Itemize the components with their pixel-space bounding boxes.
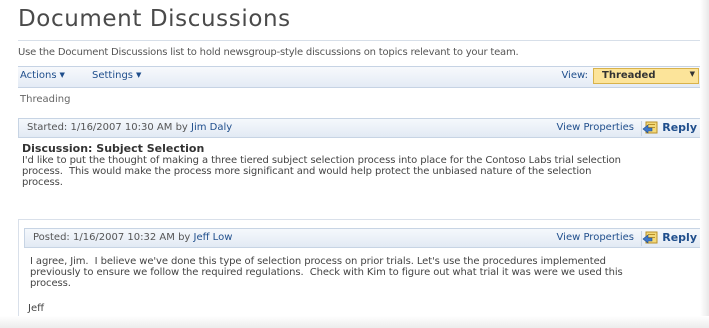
reply-icon [642, 231, 658, 244]
reply-icon [642, 121, 658, 134]
actions-menu-label: Actions [20, 70, 57, 81]
post-meta: Posted: 1/16/2007 10:32 AM by Jeff Low [33, 232, 232, 243]
reply-label: Reply [662, 121, 697, 134]
post-header: Started: 1/16/2007 10:30 AM by Jim Daly … [18, 118, 701, 138]
post-meta-text: Posted: 1/16/2007 10:32 AM by [33, 232, 194, 243]
reply-button[interactable]: Reply [642, 230, 697, 246]
view-selector[interactable]: Threaded ▼ [593, 68, 699, 84]
post-body: I'd like to put the thought of making a … [22, 155, 621, 188]
title-divider [18, 40, 700, 41]
settings-menu-label: Settings [92, 70, 134, 81]
chevron-down-icon: ▼ [689, 70, 695, 78]
settings-menu[interactable]: Settings ▼ [92, 70, 141, 81]
post-body: I agree, Jim. I believe we've done this … [30, 256, 623, 289]
post-meta-text: Started: 1/16/2007 10:30 AM by [27, 122, 192, 133]
discussion-subject: Discussion: Subject Selection [22, 142, 205, 155]
post-author-link[interactable]: Jeff Low [194, 232, 233, 243]
document-discussions-page: Document Discussions Use the Document Di… [0, 0, 709, 328]
view-properties-link[interactable]: View Properties [557, 122, 634, 133]
post-signature: Jeff [28, 303, 44, 314]
post-header: Posted: 1/16/2007 10:32 AM by Jeff Low V… [24, 228, 701, 248]
view-label: View: [561, 70, 588, 81]
post-author-link[interactable]: Jim Daly [191, 122, 232, 133]
chevron-down-icon: ▼ [136, 71, 142, 79]
page-shadow-bottom [0, 316, 709, 328]
view-properties-link[interactable]: View Properties [557, 232, 634, 243]
page-description: Use the Document Discussions list to hol… [18, 47, 519, 58]
actions-menu[interactable]: Actions ▼ [20, 70, 65, 81]
page-shadow-right [700, 0, 709, 328]
page-title: Document Discussions [18, 6, 291, 32]
chevron-down-icon: ▼ [59, 71, 65, 79]
post-meta: Started: 1/16/2007 10:30 AM by Jim Daly [27, 122, 232, 133]
list-toolbar: Actions ▼ Settings ▼ View: Threaded ▼ [18, 66, 700, 88]
view-selector-value: Threaded [602, 70, 656, 81]
breadcrumb: Threading [20, 94, 71, 105]
reply-button[interactable]: Reply [642, 120, 697, 136]
reply-label: Reply [662, 231, 697, 244]
